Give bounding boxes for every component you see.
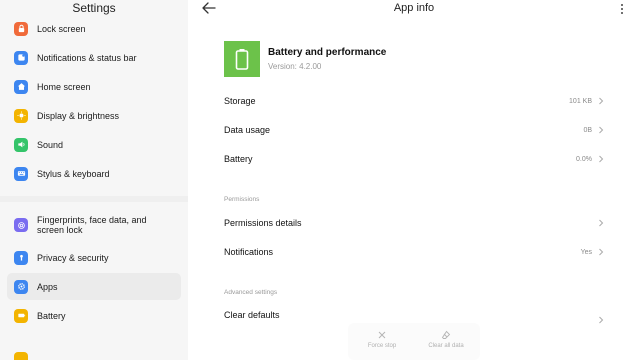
bottom-action-bar: Force stop Clear all data — [348, 323, 480, 360]
clear-all-data-label: Clear all data — [428, 343, 464, 349]
sidebar-item-label: Stylus & keyboard — [37, 168, 110, 179]
row-label: Battery — [224, 154, 253, 164]
row-value: 101 KB — [569, 97, 592, 105]
sidebar-item-label: Display & brightness — [37, 110, 120, 121]
sidebar-item-label: Battery — [37, 310, 66, 321]
sidebar-item-fingerprints[interactable]: Fingerprints, face data, and screen lock — [7, 209, 181, 241]
sidebar-title: Settings — [72, 1, 116, 15]
sidebar-divider — [0, 196, 188, 202]
row-label: Notifications — [224, 247, 274, 257]
permissions-details-row[interactable]: Permissions details — [224, 212, 604, 234]
chevron-right-icon — [599, 316, 604, 324]
settings-sidebar: Settings Lock screen Notifications & sta… — [0, 0, 188, 360]
app-icon — [224, 41, 260, 77]
app-version: Version: 4.2.00 — [268, 62, 322, 71]
sidebar-item-apps[interactable]: Apps — [7, 273, 181, 300]
battery-icon — [14, 308, 28, 323]
sidebar-item-label: Home screen — [37, 81, 91, 92]
notification-icon — [14, 50, 28, 65]
sidebar-item-privacy[interactable]: Privacy & security — [7, 244, 181, 271]
force-stop-label: Force stop — [367, 343, 397, 349]
data-usage-row[interactable]: Data usage 0B — [224, 119, 604, 141]
row-value: 0B — [583, 126, 592, 134]
chevron-right-icon — [599, 155, 604, 163]
sidebar-item-notifications[interactable]: Notifications & status bar — [7, 44, 181, 71]
chevron-right-icon — [599, 97, 604, 105]
sidebar-item-lock-screen[interactable]: Lock screen — [7, 15, 181, 42]
row-value: Yes — [580, 248, 592, 256]
partial-icon — [14, 351, 28, 360]
chevron-right-icon — [599, 219, 604, 227]
sidebar-item-label: Privacy & security — [37, 252, 109, 263]
apps-gear-icon — [14, 279, 28, 294]
notifications-row[interactable]: Notifications Yes — [224, 241, 604, 263]
sound-icon — [14, 137, 28, 152]
sidebar-item-label: Notifications & status bar — [37, 52, 137, 63]
sidebar-item-home-screen[interactable]: Home screen — [7, 73, 181, 100]
app-info-panel: App info Battery and performance Version… — [188, 0, 640, 360]
row-label: Clear defaults — [224, 310, 280, 320]
sidebar-item-battery[interactable]: Battery — [7, 302, 181, 329]
sidebar-item-label: Apps — [37, 281, 58, 292]
clear-all-data-button[interactable]: Clear all data — [416, 330, 476, 349]
battery-row[interactable]: Battery 0.0% — [224, 148, 604, 170]
app-name: Battery and performance — [268, 47, 387, 58]
section-advanced: Advanced settings — [224, 289, 278, 296]
page-title: App info — [393, 2, 435, 14]
eraser-icon — [441, 330, 451, 339]
sidebar-item-sound[interactable]: Sound — [7, 131, 181, 158]
sun-icon — [14, 108, 28, 123]
privacy-icon — [14, 250, 28, 265]
sidebar-item-stylus-keyboard[interactable]: Stylus & keyboard — [7, 160, 181, 187]
storage-row[interactable]: Storage 101 KB — [224, 90, 604, 112]
sidebar-item-display[interactable]: Display & brightness — [7, 102, 181, 129]
chevron-right-icon — [599, 126, 604, 134]
force-stop-button[interactable]: Force stop — [352, 330, 412, 349]
home-icon — [14, 79, 28, 94]
row-label: Data usage — [224, 125, 271, 135]
sidebar-item-label: Fingerprints, face data, and screen lock — [37, 215, 147, 235]
keyboard-icon — [14, 166, 28, 181]
sidebar-item-partial[interactable] — [7, 345, 181, 360]
row-value: 0.0% — [576, 155, 592, 163]
battery-app-icon — [235, 49, 249, 70]
lock-icon — [14, 21, 28, 36]
close-icon — [378, 331, 386, 339]
section-permissions: Permissions — [224, 196, 260, 203]
row-label: Storage — [224, 96, 256, 106]
sidebar-item-label: Lock screen — [37, 23, 86, 34]
fingerprint-icon — [14, 218, 28, 232]
chevron-right-icon — [599, 248, 604, 256]
sidebar-item-label: Sound — [37, 139, 64, 150]
more-options-icon[interactable] — [620, 3, 624, 15]
row-label: Permissions details — [224, 218, 302, 228]
